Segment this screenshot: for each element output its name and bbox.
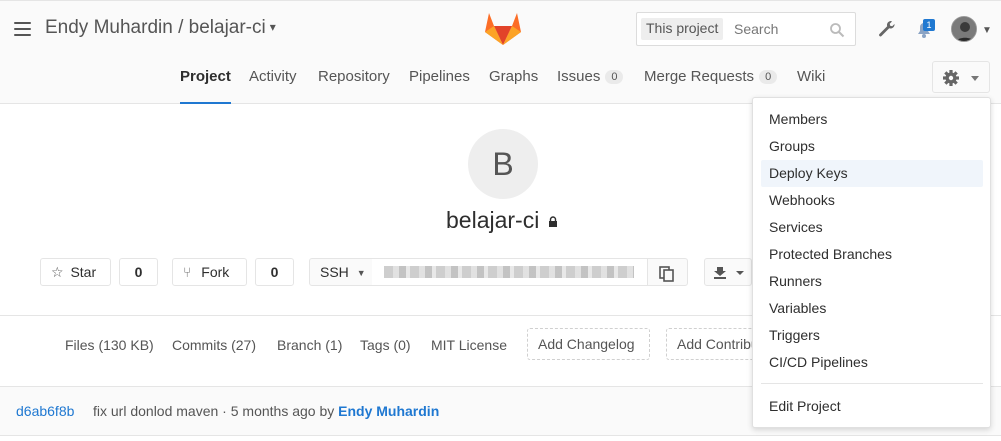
tab-issues[interactable]: Issues 0	[557, 68, 624, 104]
add-changelog-button[interactable]: Add Changelog	[527, 328, 650, 360]
fork-icon: ⑂	[183, 264, 192, 280]
fork-label: Fork	[201, 264, 230, 280]
tab-project[interactable]: Project	[180, 68, 231, 104]
commit-message: fix url donlod maven · 5 months ago by E…	[93, 403, 440, 419]
files-link[interactable]: Files (130 KB)	[65, 337, 154, 353]
search-scope-badge[interactable]: This project	[641, 18, 724, 40]
menu-item-members[interactable]: Members	[761, 106, 983, 133]
download-icon	[714, 267, 744, 279]
commit-sha-link[interactable]: d6ab6f8b	[16, 403, 74, 419]
notifications-bell-icon[interactable]: 1	[913, 17, 937, 41]
menu-item-groups[interactable]: Groups	[761, 133, 983, 160]
admin-wrench-icon[interactable]	[877, 19, 897, 39]
search-box[interactable]: This project Search	[636, 12, 856, 46]
merge-requests-count-badge: 0	[759, 70, 778, 84]
hamburger-menu-icon[interactable]	[14, 22, 31, 36]
clone-url-input[interactable]	[372, 258, 648, 286]
tab-repository[interactable]: Repository	[318, 68, 390, 104]
issues-count-badge: 0	[605, 70, 624, 84]
download-button[interactable]	[704, 258, 752, 286]
menu-item-webhooks[interactable]: Webhooks	[761, 187, 983, 214]
menu-item-variables[interactable]: Variables	[761, 295, 983, 322]
notification-count-badge: 1	[923, 19, 935, 31]
blurred-clone-url	[384, 266, 634, 278]
project-title: belajar-ci	[446, 207, 558, 234]
tags-link[interactable]: Tags (0)	[360, 337, 411, 353]
project-link[interactable]: belajar-ci	[189, 17, 266, 38]
tab-graphs[interactable]: Graphs	[489, 68, 538, 104]
tab-activity[interactable]: Activity	[249, 68, 297, 104]
copy-url-button[interactable]	[647, 258, 688, 286]
menu-item-deploy-keys[interactable]: Deploy Keys	[761, 160, 983, 187]
search-input[interactable]: Search	[734, 21, 778, 37]
fork-count[interactable]: 0	[255, 258, 294, 286]
commits-link[interactable]: Commits (27)	[172, 337, 256, 353]
clipboard-icon	[659, 266, 674, 282]
user-menu-caret-icon[interactable]: ▼	[982, 25, 992, 36]
menu-item-runners[interactable]: Runners	[761, 268, 983, 295]
fork-button[interactable]: ⑂ Fork	[172, 258, 247, 286]
project-avatar: B	[468, 129, 538, 199]
namespace-link[interactable]: Endy Muhardin	[45, 17, 173, 38]
user-avatar[interactable]	[951, 16, 977, 42]
tab-pipelines[interactable]: Pipelines	[409, 68, 470, 104]
breadcrumb-title[interactable]: Endy Muhardin / belajar-ci ▾	[45, 17, 276, 39]
menu-item-services[interactable]: Services	[761, 214, 983, 241]
commit-author-link[interactable]: Endy Muhardin	[338, 403, 439, 419]
menu-item-triggers[interactable]: Triggers	[761, 322, 983, 349]
settings-dropdown-menu: Members Groups Deploy Keys Webhooks Serv…	[752, 97, 991, 428]
star-icon: ☆	[51, 264, 64, 280]
top-header: Endy Muhardin / belajar-ci ▾ This project…	[0, 0, 1001, 56]
menu-item-cicd-pipelines[interactable]: CI/CD Pipelines	[761, 349, 983, 376]
star-button[interactable]: ☆ Star	[40, 258, 111, 286]
private-lock-icon	[548, 216, 557, 227]
star-label: Star	[70, 264, 97, 280]
gitlab-logo-icon[interactable]	[484, 10, 522, 46]
star-count[interactable]: 0	[119, 258, 158, 286]
menu-item-protected-branches[interactable]: Protected Branches	[761, 241, 983, 268]
project-settings-button[interactable]	[932, 61, 990, 93]
clone-protocol-dropdown[interactable]: SSH ▼	[309, 258, 373, 286]
menu-item-edit-project[interactable]: Edit Project	[761, 393, 983, 420]
chevron-down-icon[interactable]: ▾	[270, 20, 276, 34]
branch-link[interactable]: Branch (1)	[277, 337, 342, 353]
breadcrumb-separator: /	[178, 17, 184, 38]
caret-down-icon: ▼	[356, 268, 366, 278]
search-icon[interactable]	[829, 22, 845, 38]
license-link[interactable]: MIT License	[431, 337, 507, 353]
add-contribution-guide-button[interactable]: Add Contribution guide	[666, 328, 766, 360]
menu-divider	[761, 383, 983, 384]
